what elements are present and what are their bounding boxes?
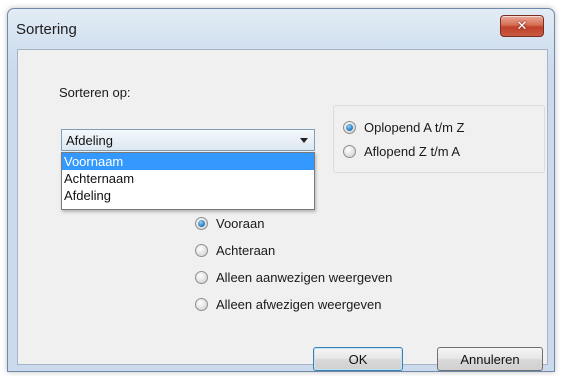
ok-button[interactable]: OK <box>313 347 403 371</box>
radio-unchecked-icon <box>343 145 356 158</box>
radio-unchecked-icon <box>195 244 208 257</box>
radio-checked-icon <box>343 121 356 134</box>
dropdown-option-achternaam[interactable]: Achternaam <box>62 170 314 187</box>
radio-alleen-aanwezigen[interactable]: Alleen aanwezigen weergeven <box>195 270 392 285</box>
radio-alleen-aanwezigen-label: Alleen aanwezigen weergeven <box>216 270 393 285</box>
sort-by-label: Sorteren op: <box>59 85 131 100</box>
radio-alleen-afwezigen[interactable]: Alleen afwezigen weergeven <box>195 297 382 312</box>
close-icon: ✕ <box>516 18 528 34</box>
combobox-value: Afdeling <box>66 133 113 148</box>
radio-unchecked-icon <box>195 298 208 311</box>
radio-descending-label: Aflopend Z t/m A <box>364 144 461 159</box>
radio-alleen-afwezigen-label: Alleen afwezigen weergeven <box>216 297 382 312</box>
title-bar[interactable]: Sortering ✕ <box>8 9 554 49</box>
radio-unchecked-icon <box>195 271 208 284</box>
radio-ascending[interactable]: Oplopend A t/m Z <box>343 120 464 135</box>
radio-achteraan-label: Achteraan <box>216 243 276 258</box>
dropdown-option-afdeling[interactable]: Afdeling <box>62 187 314 204</box>
sort-field-dropdown-list: Voornaam Achternaam Afdeling <box>61 152 315 210</box>
radio-descending[interactable]: Aflopend Z t/m A <box>343 144 460 159</box>
sort-order-group <box>333 105 545 173</box>
cancel-button[interactable]: Annuleren <box>437 347 543 371</box>
radio-vooraan-label: Vooraan <box>216 216 265 231</box>
close-button[interactable]: ✕ <box>500 15 544 37</box>
chevron-down-icon[interactable] <box>300 138 308 143</box>
dialog-title: Sortering <box>16 21 77 38</box>
radio-achteraan[interactable]: Achteraan <box>195 243 275 258</box>
radio-checked-icon <box>195 217 208 230</box>
dialog-body: Sorteren op: Oplopend A t/m Z Aflopend Z… <box>17 49 548 371</box>
dropdown-option-voornaam[interactable]: Voornaam <box>62 153 314 170</box>
dialog-window: Sortering ✕ Sorteren op: Oplopend A t/m … <box>7 8 555 372</box>
sort-field-combobox[interactable]: Afdeling <box>61 129 315 151</box>
radio-ascending-label: Oplopend A t/m Z <box>364 120 465 135</box>
radio-vooraan[interactable]: Vooraan <box>195 216 264 231</box>
